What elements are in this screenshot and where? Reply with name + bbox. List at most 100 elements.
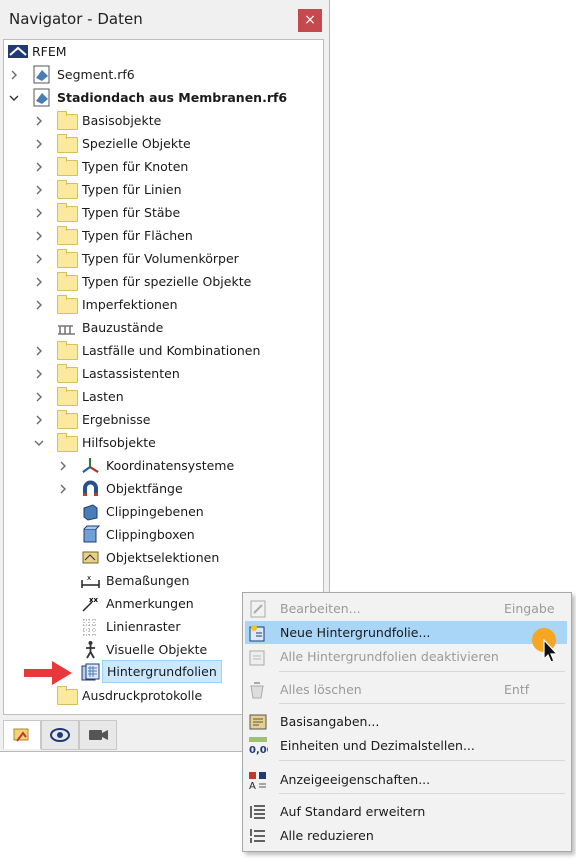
tree-root[interactable]: RFEM (4, 40, 320, 63)
tree-category-7[interactable]: Typen für spezielle Objekte (4, 270, 320, 293)
chevron-right-icon[interactable] (57, 477, 69, 500)
tree-hilfsobjekt-1[interactable]: Objektfänge (4, 477, 320, 500)
svg-text:x: x (87, 574, 91, 582)
chevron-right-icon[interactable] (33, 247, 45, 270)
chevron-right-icon[interactable] (33, 224, 45, 247)
tree-file-stadiondach[interactable]: Stadiondach aus Membranen.rf6 (4, 86, 320, 109)
tree-hilfsobjekt-3-label: Clippingboxen (106, 527, 195, 542)
menu-item-label: Auf Standard erweitern (280, 804, 426, 819)
chevron-right-icon[interactable] (8, 63, 20, 86)
folder-icon (57, 295, 78, 314)
tree-hilfsobjekt-3[interactable]: Clippingboxen (4, 523, 320, 546)
pointer-arrow-icon (24, 661, 72, 685)
svg-text:xx: xx (89, 596, 99, 604)
menu-separator (279, 671, 565, 672)
menu-item-label: Alle Hintergrundfolien deaktivieren (280, 649, 499, 664)
chevron-right-icon[interactable] (33, 132, 45, 155)
tree-category-6[interactable]: Typen für Volumenkörper (4, 247, 320, 270)
tree-category-ausdruckprotokolle-label: Ausdruckprotokolle (82, 688, 203, 703)
menu-item-3[interactable]: Alles löschen Entf (245, 678, 567, 701)
tree-hilfsobjekt-0[interactable]: Koordinatensysteme (4, 454, 320, 477)
tree-hilfsobjekt-4[interactable]: Objektselektionen (4, 546, 320, 569)
menu-item-label: Bearbeiten... (280, 601, 361, 616)
line-grid-icon (81, 617, 100, 636)
chevron-right-icon[interactable] (33, 270, 45, 293)
menu-item-0[interactable]: Bearbeiten... Eingabe (245, 597, 567, 620)
chevron-right-icon[interactable] (33, 362, 45, 385)
chevron-right-icon[interactable] (33, 339, 45, 362)
tree-category-13[interactable]: Ergebnisse (4, 408, 320, 431)
menu-separator (279, 703, 565, 704)
tab-views[interactable] (79, 720, 117, 750)
tree-category-2-label: Typen für Knoten (82, 159, 189, 174)
tree-hilfsobjekt-7-label: Linienraster (106, 619, 181, 634)
edit-icon (248, 599, 268, 619)
folder-icon (57, 364, 78, 383)
coordinate-system-icon (81, 456, 100, 475)
tree-category-2[interactable]: Typen für Knoten (4, 155, 320, 178)
menu-item-7[interactable]: Auf Standard erweitern (245, 800, 567, 823)
menu-item-4[interactable]: Basisangaben... (245, 710, 567, 733)
units-decimals-icon: 0,00 (248, 736, 274, 756)
tree-category-5-label: Typen für Flächen (82, 228, 193, 243)
tree-category-12[interactable]: Lasten (4, 385, 320, 408)
tree-category-14-label: Hilfsobjekte (82, 435, 156, 450)
expand-default-icon (248, 802, 268, 822)
folder-icon (57, 157, 78, 176)
chevron-right-icon[interactable] (33, 293, 45, 316)
menu-item-8[interactable]: Alle reduzieren (245, 824, 567, 847)
tree-category-4[interactable]: Typen für Stäbe (4, 201, 320, 224)
tree-category-1[interactable]: Spezielle Objekte (4, 132, 320, 155)
menu-item-6[interactable]: A Anzeigeeigenschaften... (245, 768, 567, 792)
construction-stages-icon (57, 318, 76, 337)
tree-category-3[interactable]: Typen für Linien (4, 178, 320, 201)
tree-category-6-label: Typen für Volumenkörper (82, 251, 239, 266)
menu-item-label: Alles löschen (280, 682, 362, 697)
object-selection-icon (81, 548, 100, 567)
tree-category-8[interactable]: Imperfektionen (4, 293, 320, 316)
tree-category-14[interactable]: Hilfsobjekte (4, 431, 320, 454)
tree-file-segment[interactable]: Segment.rf6 (4, 63, 320, 86)
chevron-right-icon[interactable] (33, 408, 45, 431)
menu-item-1[interactable]: Neue Hintergrundfolie... (245, 621, 567, 644)
chevron-right-icon[interactable] (57, 454, 69, 477)
tree-root-label: RFEM (32, 44, 67, 59)
tree-hilfsobjekt-8-label: Visuelle Objekte (106, 642, 208, 657)
delete-all-icon (248, 680, 268, 700)
chevron-down-icon[interactable] (33, 431, 45, 454)
folder-icon (57, 387, 78, 406)
tree-category-0[interactable]: Basisobjekte (4, 109, 320, 132)
tree-hilfsobjekt-0-label: Koordinatensysteme (106, 458, 235, 473)
menu-item-label: Einheiten und Dezimalstellen... (280, 738, 475, 753)
menu-item-5[interactable]: 0,00 Einheiten und Dezimalstellen... (245, 734, 567, 757)
tree-category-3-label: Typen für Linien (82, 182, 182, 197)
tree-category-5[interactable]: Typen für Flächen (4, 224, 320, 247)
menu-item-shortcut: Eingabe (504, 601, 555, 616)
menu-item-2[interactable]: Alle Hintergrundfolien deaktivieren (245, 645, 567, 668)
deactivate-layers-icon (248, 647, 268, 667)
model-file-icon (32, 65, 51, 84)
folder-icon (57, 272, 78, 291)
chevron-down-icon[interactable] (8, 86, 20, 109)
chevron-right-icon[interactable] (33, 178, 45, 201)
chevron-right-icon[interactable] (33, 201, 45, 224)
tree-hilfsobjekt-2[interactable]: Clippingebenen (4, 500, 320, 523)
menu-item-shortcut: Entf (504, 682, 530, 697)
tree-category-9[interactable]: Bauzustände (4, 316, 320, 339)
chevron-right-icon[interactable] (33, 109, 45, 132)
tab-data[interactable] (3, 720, 41, 749)
svg-text:A: A (249, 781, 256, 790)
tree-category-0-label: Basisobjekte (82, 113, 162, 128)
base-data-icon (248, 712, 268, 732)
eye-icon (50, 728, 70, 742)
chevron-right-icon[interactable] (33, 385, 45, 408)
tree-hilfsobjekt-5[interactable]: x Bemaßungen (4, 569, 320, 592)
close-button[interactable]: × (298, 9, 322, 32)
tab-display[interactable] (41, 720, 79, 750)
folder-icon (57, 111, 78, 130)
folder-icon (57, 180, 78, 199)
tree-category-10[interactable]: Lastfälle und Kombinationen (4, 339, 320, 362)
menu-separator (279, 760, 565, 761)
chevron-right-icon[interactable] (33, 155, 45, 178)
tree-category-11[interactable]: Lastassistenten (4, 362, 320, 385)
